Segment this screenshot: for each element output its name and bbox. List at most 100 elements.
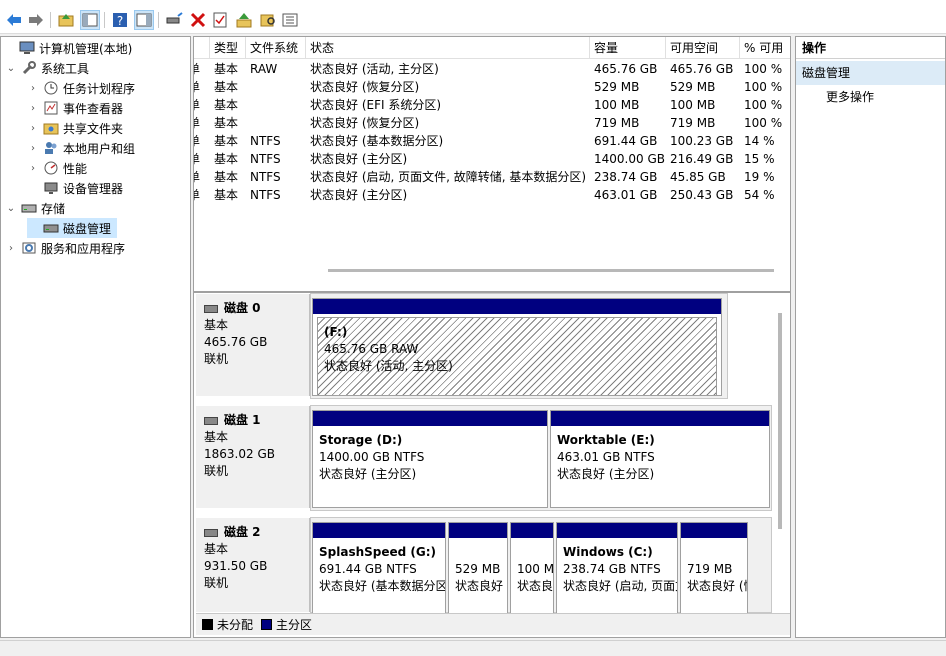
partition-status: 状态良好 (EFI 系统分区) [517, 579, 554, 593]
table-cell: 基本 [214, 134, 239, 148]
table-cell: 状态良好 (恢复分区) [310, 116, 420, 130]
tree-item-label: 计算机管理(本地) [39, 41, 133, 56]
device-manager-icon [43, 180, 59, 196]
table-cell: 简单 [194, 60, 200, 78]
navigation-tree: 计算机管理(本地) ⌄ 系统工具 › 任务计划程序 › 事件查看器 › 共享文件夹 › 本地用户和组… [0, 36, 191, 638]
horizontal-scrollbar[interactable] [328, 269, 774, 272]
tree-item-5[interactable]: › 本地用户和组 [27, 138, 141, 158]
tree-item-label: 存储 [41, 201, 66, 216]
disk-status: 联机 [204, 576, 229, 590]
disk-management-icon [43, 220, 59, 236]
table-cell: 简单 [194, 78, 200, 96]
delete-icon[interactable] [188, 10, 208, 30]
search-folder-icon[interactable] [258, 10, 278, 30]
table-cell: 100 MB [594, 98, 640, 112]
table-cell: 719 MB [594, 116, 640, 130]
column-header-5[interactable]: 容量 [590, 37, 666, 59]
chevron-right-icon[interactable]: › [27, 143, 39, 154]
partition-title: Worktable (E:) [557, 433, 655, 447]
tree-item-8[interactable]: ⌄ 存储 [5, 198, 71, 218]
connect-drive-icon[interactable] [164, 10, 184, 30]
tree-item-7[interactable]: 设备管理器 [27, 178, 129, 198]
storage-icon [21, 200, 37, 216]
show-hide-tree-icon[interactable] [80, 10, 100, 30]
tree-item-9[interactable]: 磁盘管理 [27, 218, 118, 238]
table-cell: 691.44 GB [594, 134, 658, 148]
chevron-down-icon[interactable]: ⌄ [5, 203, 17, 214]
forward-arrow-icon[interactable] [26, 10, 46, 30]
tree-item-0[interactable]: 计算机管理(本地) [3, 38, 138, 58]
back-arrow-icon[interactable] [4, 10, 24, 30]
table-cell [246, 96, 306, 114]
column-header-7[interactable]: % 可用 [740, 37, 790, 59]
chevron-right-icon[interactable]: › [27, 163, 39, 174]
table-cell: 529 MB [670, 80, 716, 94]
column-header-3[interactable]: 文件系统 [246, 37, 306, 59]
help-icon[interactable]: ? [110, 10, 130, 30]
partition-type-bar [551, 411, 769, 426]
tree-item-1[interactable]: ⌄ 系统工具 [5, 58, 95, 78]
column-header-4[interactable]: 状态 [306, 37, 590, 59]
partition-block[interactable]: Windows (C:) 238.74 GB NTFS 状态良好 (启动, 页面文件… [556, 522, 678, 614]
table-cell: 状态良好 (启动, 页面文件, 故障转储, 基本数据分区) [310, 170, 587, 184]
chevron-right-icon[interactable]: › [27, 123, 39, 134]
partition-info: (F:) 465.76 GB RAW 状态良好 (活动, 主分区) [317, 317, 717, 395]
disk-type: 基本 [204, 430, 229, 444]
partition-size: 463.01 GB NTFS [557, 450, 655, 464]
performance-icon [43, 160, 59, 176]
partition-block[interactable]: 100 MB 状态良好 (EFI 系统分区) [510, 522, 554, 614]
partition-block[interactable]: Storage (D:) 1400.00 GB NTFS 状态良好 (主分区) [312, 410, 548, 508]
move-up-icon[interactable] [234, 10, 254, 30]
partition-block[interactable]: SplashSpeed (G:) 691.44 GB NTFS 状态良好 (基本数据… [312, 522, 446, 614]
column-header-2[interactable]: 类型 [210, 37, 246, 59]
chevron-right-icon[interactable]: › [5, 243, 17, 254]
table-cell: 简单 [194, 96, 200, 114]
partition-block[interactable]: Worktable (E:) 463.01 GB NTFS 状态良好 (主分区) [550, 410, 770, 508]
tree-item-label: 设备管理器 [63, 181, 124, 196]
tree-item-10[interactable]: › 服务和应用程序 [5, 238, 131, 258]
partition-size: 100 MB [517, 562, 554, 576]
computer-management-icon [19, 40, 35, 56]
tools-icon [21, 60, 37, 76]
partition-type-bar [681, 523, 747, 538]
partition-block[interactable]: 719 MB 状态良好 (恢复分区) [680, 522, 748, 614]
partition-status: 状态良好 (启动, 页面文件, 故障转储, 基本数据分区) [563, 579, 677, 593]
disk-label-2[interactable]: 磁盘 2 基本 931.50 GB 联机 [196, 518, 310, 612]
up-folder-icon[interactable] [56, 10, 76, 30]
disk-type: 基本 [204, 542, 229, 556]
partition-info: 529 MB 状态良好 (恢复分区) [449, 538, 507, 601]
tree-item-6[interactable]: › 性能 [27, 158, 93, 178]
tree-item-2[interactable]: › 任务计划程序 [27, 78, 141, 98]
disk-size: 931.50 GB [204, 559, 268, 573]
chevron-right-icon[interactable]: › [27, 83, 39, 94]
table-cell: 基本 [214, 62, 239, 76]
table-cell: 简单 [194, 132, 200, 150]
table-cell: 状态良好 (恢复分区) [310, 80, 420, 94]
table-cell: 简单 [194, 168, 200, 186]
column-header-1[interactable]: 布局 [194, 37, 210, 59]
partition-size: 691.44 GB NTFS [319, 562, 417, 576]
table-cell: 465.76 GB [594, 62, 658, 76]
disk-size: 465.76 GB [204, 335, 268, 349]
table-cell: 238.74 GB [594, 170, 658, 184]
column-header-6[interactable]: 可用空间 [666, 37, 740, 59]
properties-icon[interactable] [210, 10, 230, 30]
disk-label-0[interactable]: 磁盘 0 基本 465.76 GB 联机 [196, 294, 310, 396]
shared-folder-icon [43, 120, 59, 136]
vertical-scrollbar[interactable] [778, 313, 782, 529]
partition-block[interactable]: 529 MB 状态良好 (恢复分区) [448, 522, 508, 614]
show-hide-action-pane-icon[interactable] [134, 10, 154, 30]
actions-section-disk-management[interactable]: 磁盘管理 [796, 61, 945, 85]
chevron-right-icon[interactable]: › [27, 103, 39, 114]
chevron-down-icon[interactable]: ⌄ [5, 63, 17, 74]
list-view-icon[interactable] [280, 10, 300, 30]
disk-status: 联机 [204, 352, 229, 366]
tree-item-3[interactable]: › 事件查看器 [27, 98, 129, 118]
partition-block[interactable]: (F:) 465.76 GB RAW 状态良好 (活动, 主分区) [312, 298, 722, 396]
primary-partition-swatch [261, 619, 273, 630]
tree-item-4[interactable]: › 共享文件夹 [27, 118, 129, 138]
partition-size: 465.76 GB RAW [324, 342, 419, 356]
partition-type-bar [313, 411, 547, 426]
disk-label-1[interactable]: 磁盘 1 基本 1863.02 GB 联机 [196, 406, 310, 508]
more-actions-link[interactable]: 更多操作 [796, 85, 945, 109]
